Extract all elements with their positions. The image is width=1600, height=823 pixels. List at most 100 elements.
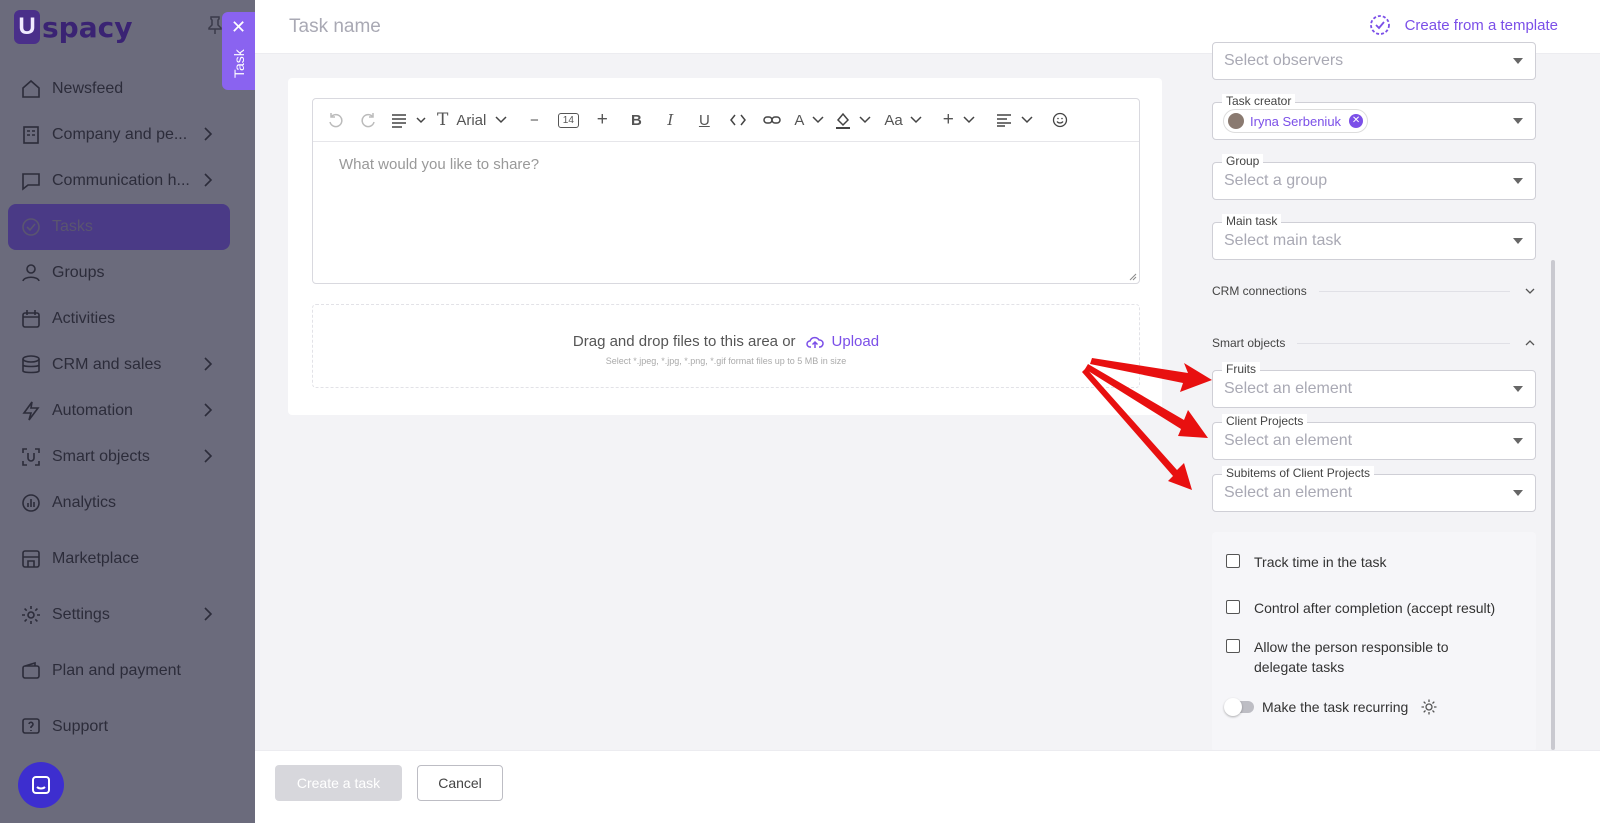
- scrollbar[interactable]: [1551, 260, 1555, 750]
- sidebar-item-tasks[interactable]: Tasks: [8, 204, 230, 250]
- panel-footer: Create a task Cancel: [255, 750, 1600, 823]
- calendar-icon: [20, 308, 42, 330]
- sidebar-item-label: Automation: [52, 402, 133, 419]
- sidebar-item-communication-h[interactable]: Communication h...: [8, 158, 230, 204]
- sidebar-item-marketplace[interactable]: Marketplace: [8, 536, 230, 582]
- sidebar-item-groups[interactable]: Groups: [8, 250, 230, 296]
- gear-icon[interactable]: [1420, 698, 1438, 716]
- store-icon: [20, 548, 42, 570]
- emoji-icon[interactable]: [1048, 106, 1072, 134]
- upload-label: Upload: [831, 333, 880, 350]
- file-dropzone[interactable]: Drag and drop files to this area or Uplo…: [312, 304, 1140, 388]
- chevron-right-icon: [204, 357, 213, 371]
- sidebar-item-smart-objects[interactable]: Smart objects: [8, 434, 230, 480]
- sidebar: U spacy Newsfeed Company and pe... Communi…: [0, 0, 255, 823]
- delegate-option[interactable]: Allow the person responsible to delegate …: [1226, 637, 1449, 677]
- logo[interactable]: U spacy: [14, 10, 132, 44]
- recurring-option[interactable]: Make the task recurring: [1224, 697, 1438, 717]
- control-label: Control after completion (accept result): [1254, 600, 1496, 616]
- remove-chip-icon[interactable]: ✕: [1349, 114, 1364, 128]
- chat-support-button[interactable]: [18, 762, 64, 808]
- chevron-down-icon: [1525, 288, 1535, 294]
- resize-grip-icon[interactable]: [1127, 271, 1137, 281]
- upload-link[interactable]: Upload: [805, 333, 880, 350]
- italic-icon[interactable]: I: [658, 106, 682, 134]
- sidebar-item-label: Tasks: [52, 218, 93, 235]
- caret-down-icon: [1513, 438, 1523, 444]
- main-task-select[interactable]: Main task Select main task: [1212, 214, 1536, 260]
- close-icon[interactable]: ✕: [231, 18, 246, 36]
- code-icon[interactable]: [726, 106, 750, 134]
- sidebar-item-settings[interactable]: Settings: [8, 592, 230, 638]
- redo-icon[interactable]: [357, 106, 381, 134]
- editor-toolbar: T Arial − 14 + B I U A Aa +: [313, 99, 1139, 142]
- rich-text-editor[interactable]: T Arial − 14 + B I U A Aa + What would yo…: [312, 98, 1140, 284]
- bolt-icon: [20, 400, 42, 422]
- paragraph-format-icon[interactable]: [391, 106, 427, 134]
- user-chip[interactable]: Iryna Serbeniuk ✕: [1223, 109, 1369, 133]
- nav-separator: [8, 526, 230, 536]
- crm-connections-section[interactable]: CRM connections: [1212, 281, 1536, 301]
- pin-icon[interactable]: [208, 16, 222, 34]
- task-tab[interactable]: ✕ Task: [222, 12, 255, 90]
- sidebar-item-label: Smart objects: [52, 448, 150, 465]
- create-task-button[interactable]: Create a task: [275, 765, 402, 801]
- link-icon[interactable]: [760, 106, 784, 134]
- sidebar-item-plan-and-payment[interactable]: Plan and payment: [8, 648, 230, 694]
- help-icon: [20, 716, 42, 738]
- undo-icon[interactable]: [323, 106, 347, 134]
- main-task-placeholder: Select main task: [1224, 232, 1342, 249]
- client-projects-select[interactable]: Client Projects Select an element: [1212, 414, 1536, 460]
- underline-icon[interactable]: U: [692, 106, 716, 134]
- task-options: Track time in the task Control after com…: [1212, 532, 1536, 752]
- task-creator-label: Task creator: [1222, 94, 1296, 108]
- highlight-color-icon[interactable]: [834, 106, 874, 134]
- divider: [1297, 342, 1510, 344]
- text-icon: T: [437, 110, 449, 130]
- description-card: T Arial − 14 + B I U A Aa + What would yo…: [288, 78, 1162, 415]
- editor-placeholder[interactable]: What would you like to share?: [313, 142, 1139, 187]
- sidebar-item-company-and-pe[interactable]: Company and pe...: [8, 112, 230, 158]
- insert-icon[interactable]: +: [943, 106, 976, 134]
- cancel-button[interactable]: Cancel: [417, 765, 503, 801]
- observers-select[interactable]: Select observers: [1212, 42, 1536, 80]
- subitems-select[interactable]: Subitems of Client Projects Select an el…: [1212, 466, 1536, 512]
- bold-icon[interactable]: B: [624, 106, 648, 134]
- create-from-template-link[interactable]: Create from a template: [1369, 14, 1558, 36]
- font-family-value: Arial: [456, 111, 487, 129]
- sidebar-item-label: Newsfeed: [52, 80, 124, 97]
- avatar: [1228, 113, 1244, 129]
- sidebar-item-newsfeed[interactable]: Newsfeed: [8, 66, 230, 112]
- task-name-input[interactable]: [289, 16, 889, 38]
- fruits-select[interactable]: Fruits Select an element: [1212, 362, 1536, 408]
- chevron-right-icon: [204, 403, 213, 417]
- wallet-icon: [20, 660, 42, 682]
- sidebar-item-activities[interactable]: Activities: [8, 296, 230, 342]
- control-checkbox[interactable]: [1226, 600, 1240, 614]
- decrease-font-icon[interactable]: −: [522, 106, 546, 134]
- group-select[interactable]: Group Select a group: [1212, 154, 1536, 200]
- sidebar-item-automation[interactable]: Automation: [8, 388, 230, 434]
- track-time-checkbox[interactable]: [1226, 554, 1240, 568]
- control-option[interactable]: Control after completion (accept result): [1226, 598, 1495, 618]
- nav-separator: [8, 582, 230, 592]
- task-creator-select[interactable]: Task creator Iryna Serbeniuk ✕: [1212, 94, 1536, 140]
- recurring-toggle[interactable]: [1224, 698, 1254, 716]
- text-color-icon[interactable]: A: [794, 106, 824, 134]
- subitems-placeholder: Select an element: [1224, 484, 1353, 501]
- task-settings-column: Select observers Task creator Iryna Serb…: [1190, 42, 1560, 769]
- caret-down-icon: [1513, 386, 1523, 392]
- align-icon[interactable]: [996, 106, 1038, 134]
- sidebar-item-support[interactable]: Support: [8, 704, 230, 750]
- sidebar-item-analytics[interactable]: Analytics: [8, 480, 230, 526]
- smart-objects-section[interactable]: Smart objects: [1212, 333, 1536, 353]
- font-size-input[interactable]: 14: [556, 106, 580, 134]
- track-time-option[interactable]: Track time in the task: [1226, 552, 1387, 572]
- font-family-dropdown[interactable]: T Arial: [437, 106, 512, 134]
- delegate-checkbox[interactable]: [1226, 639, 1240, 653]
- sidebar-item-crm-and-sales[interactable]: CRM and sales: [8, 342, 230, 388]
- client-projects-placeholder: Select an element: [1224, 432, 1353, 449]
- increase-font-icon[interactable]: +: [590, 106, 614, 134]
- text-case-icon[interactable]: Aa: [884, 106, 922, 134]
- chart-icon: [20, 492, 42, 514]
